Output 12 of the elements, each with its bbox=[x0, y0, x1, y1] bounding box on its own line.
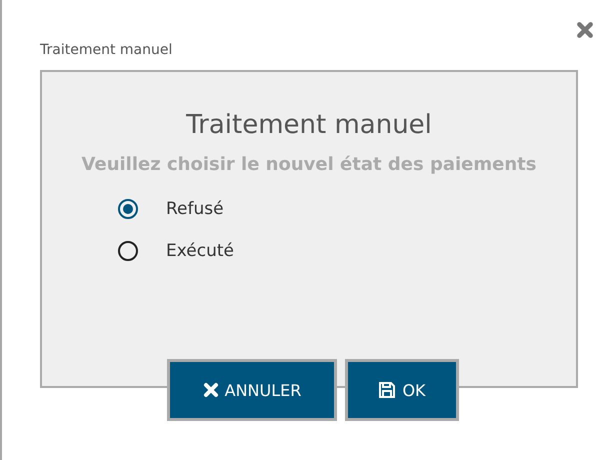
ok-button[interactable]: OK bbox=[345, 359, 459, 421]
panel-subtitle: Veuillez choisir le nouvel état des paiements bbox=[82, 154, 536, 175]
close-icon bbox=[202, 382, 219, 398]
dialog-title: Traitement manuel bbox=[40, 42, 174, 58]
radio-button[interactable] bbox=[118, 241, 138, 261]
radio-label[interactable]: Refusé bbox=[166, 199, 224, 219]
radio-button[interactable] bbox=[118, 199, 138, 219]
close-icon bbox=[576, 21, 594, 39]
cancel-button[interactable]: ANNULER bbox=[167, 359, 337, 421]
close-button[interactable] bbox=[575, 20, 595, 40]
radio-label[interactable]: Exécuté bbox=[166, 241, 234, 261]
panel-heading: Traitement manuel bbox=[186, 110, 432, 140]
